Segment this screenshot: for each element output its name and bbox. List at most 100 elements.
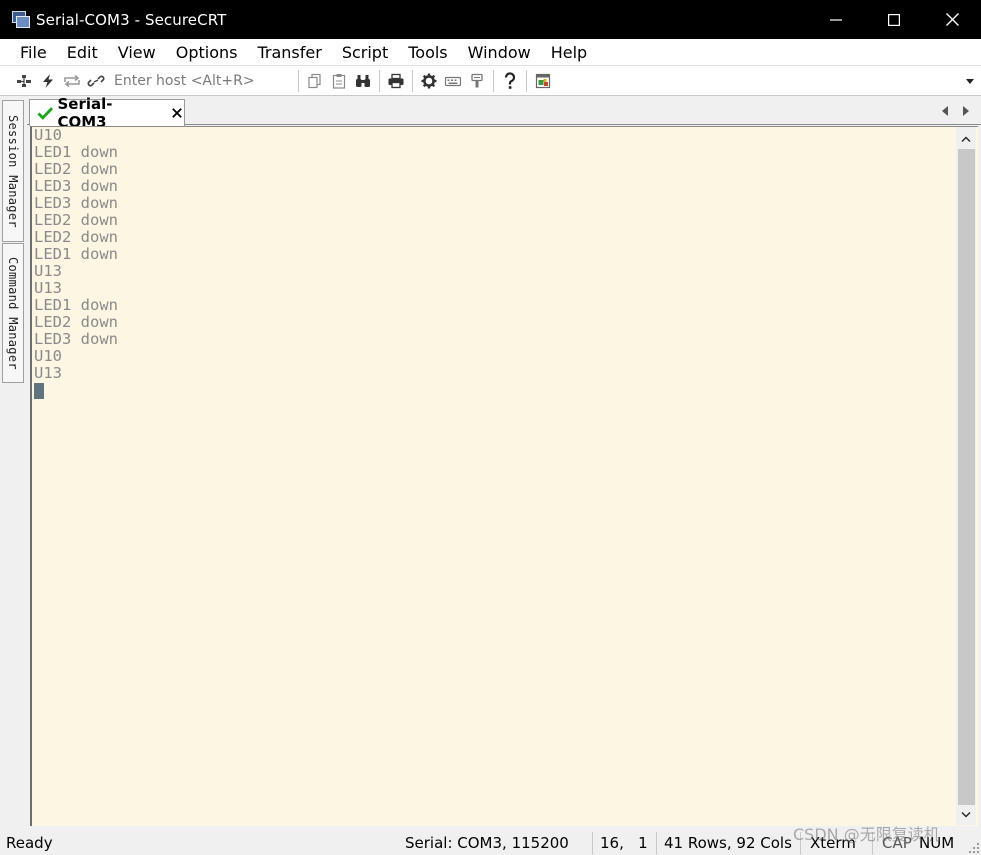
chevron-up-icon — [961, 136, 971, 142]
terminal-line: U13 — [34, 262, 62, 280]
terminal-line: LED1 down — [34, 143, 118, 161]
status-divider — [656, 832, 657, 854]
terminal-line: U13 — [34, 364, 62, 382]
terminal-line: LED2 down — [34, 160, 118, 178]
menu-options[interactable]: Options — [166, 39, 248, 66]
terminal-line: LED1 down — [34, 245, 118, 263]
reconnect-button[interactable] — [60, 69, 84, 93]
securecrt-window: Serial-COM3 - SecureCRT File Edit View O… — [0, 0, 981, 855]
toolbar-overflow-button[interactable] — [965, 76, 975, 86]
terminal-output[interactable]: U10 LED1 down LED2 down LED3 down LED3 down L… — [34, 127, 956, 825]
status-cursor-position: 16, 1 — [600, 834, 648, 852]
terminal-line: LED2 down — [34, 211, 118, 229]
connect-bar-button[interactable] — [12, 69, 36, 93]
find-button[interactable] — [351, 69, 375, 93]
status-ready: Ready — [6, 834, 53, 852]
activator-icon — [535, 73, 551, 88]
session-manager-tab[interactable]: Session Manager — [2, 100, 24, 242]
paste-button[interactable] — [327, 69, 351, 93]
close-icon — [172, 108, 183, 118]
terminal-line: U10 — [34, 127, 62, 144]
disconnect-button[interactable] — [84, 69, 108, 93]
session-tab-strip: Serial-COM3 — [27, 95, 981, 131]
terminal-cursor — [34, 383, 44, 399]
status-connection: Serial: COM3, 115200 — [405, 834, 569, 852]
menu-file[interactable]: File — [0, 39, 57, 66]
settings-icon — [421, 73, 437, 88]
terminal-line: LED1 down — [34, 296, 118, 314]
print-icon — [388, 73, 404, 88]
print-button[interactable] — [384, 69, 408, 93]
toolbar-separator — [412, 69, 413, 92]
menu-transfer[interactable]: Transfer — [247, 39, 331, 66]
command-manager-tab[interactable]: Command Manager — [2, 243, 24, 383]
menu-bar: File Edit View Options Transfer Script T… — [0, 39, 981, 66]
menu-view[interactable]: View — [108, 39, 166, 66]
terminal-line: U13 — [34, 279, 62, 297]
toolbar — [0, 66, 981, 96]
connect-bar-icon — [17, 74, 31, 87]
close-icon — [945, 13, 959, 26]
minimize-button[interactable] — [807, 0, 865, 39]
quick-connect-button[interactable] — [36, 69, 60, 93]
status-terminal-size: 41 Rows, 92 Cols — [664, 834, 792, 852]
terminal-line: LED2 down — [34, 228, 118, 246]
terminal-line: U10 — [34, 347, 62, 365]
sftp-button[interactable] — [465, 69, 489, 93]
scroll-down-button[interactable] — [956, 805, 976, 825]
chevron-left-icon — [942, 106, 948, 116]
session-manager-label: Session Manager — [6, 114, 20, 228]
paste-icon — [332, 73, 346, 89]
menu-script[interactable]: Script — [332, 39, 398, 66]
toolbar-separator — [493, 69, 494, 92]
help-button[interactable] — [498, 69, 522, 93]
menu-help[interactable]: Help — [541, 39, 597, 66]
side-manager-panel: Session Manager Command Manager — [0, 100, 25, 826]
window-title: Serial-COM3 - SecureCRT — [36, 10, 227, 29]
tab-scroll-right-button[interactable] — [961, 105, 971, 117]
terminal-scrollbar[interactable] — [956, 127, 976, 825]
keymap-editor-button[interactable] — [441, 69, 465, 93]
session-options-button[interactable] — [417, 69, 441, 93]
csdn-watermark: CSDN @无限复读机 — [793, 825, 940, 844]
find-icon — [356, 74, 370, 87]
tab-close-button[interactable] — [170, 106, 184, 120]
tab-serial-com3[interactable]: Serial-COM3 — [29, 95, 185, 131]
sftp-icon — [471, 73, 483, 87]
disconnect-icon — [87, 75, 105, 86]
resize-grip-icon — [969, 843, 979, 853]
close-button[interactable] — [923, 0, 981, 39]
chevron-right-icon — [963, 106, 969, 116]
toolbar-separator — [379, 69, 380, 92]
chevron-down-icon — [966, 78, 974, 84]
quick-connect-icon — [43, 73, 53, 88]
reconnect-icon — [64, 74, 80, 87]
title-bar: Serial-COM3 - SecureCRT — [0, 0, 981, 39]
maximize-button[interactable] — [865, 0, 923, 39]
copy-button[interactable] — [303, 69, 327, 93]
help-icon — [504, 71, 516, 89]
minimize-icon — [830, 18, 842, 21]
scroll-up-button[interactable] — [956, 129, 976, 149]
menu-tools[interactable]: Tools — [398, 39, 457, 66]
terminal-line: LED3 down — [34, 194, 118, 212]
maximize-icon — [888, 13, 900, 26]
scrollbar-thumb[interactable] — [958, 149, 975, 805]
terminal-line: LED3 down — [34, 177, 118, 195]
connected-check-icon — [37, 107, 54, 120]
menu-window[interactable]: Window — [458, 39, 541, 66]
keymap-icon — [444, 76, 462, 86]
securecrt-app-icon — [12, 10, 30, 29]
enter-host-input[interactable] — [108, 69, 294, 92]
command-manager-label: Command Manager — [6, 256, 20, 370]
menu-edit[interactable]: Edit — [57, 39, 108, 66]
status-divider — [592, 832, 593, 854]
copy-icon — [308, 73, 321, 88]
terminal-line: LED2 down — [34, 313, 118, 331]
toolbar-separator — [526, 69, 527, 92]
activator-button[interactable] — [531, 69, 555, 93]
toolbar-separator — [298, 69, 299, 92]
tab-scroll-left-button[interactable] — [940, 105, 950, 117]
terminal-line: LED3 down — [34, 330, 118, 348]
chevron-down-icon — [961, 812, 971, 818]
